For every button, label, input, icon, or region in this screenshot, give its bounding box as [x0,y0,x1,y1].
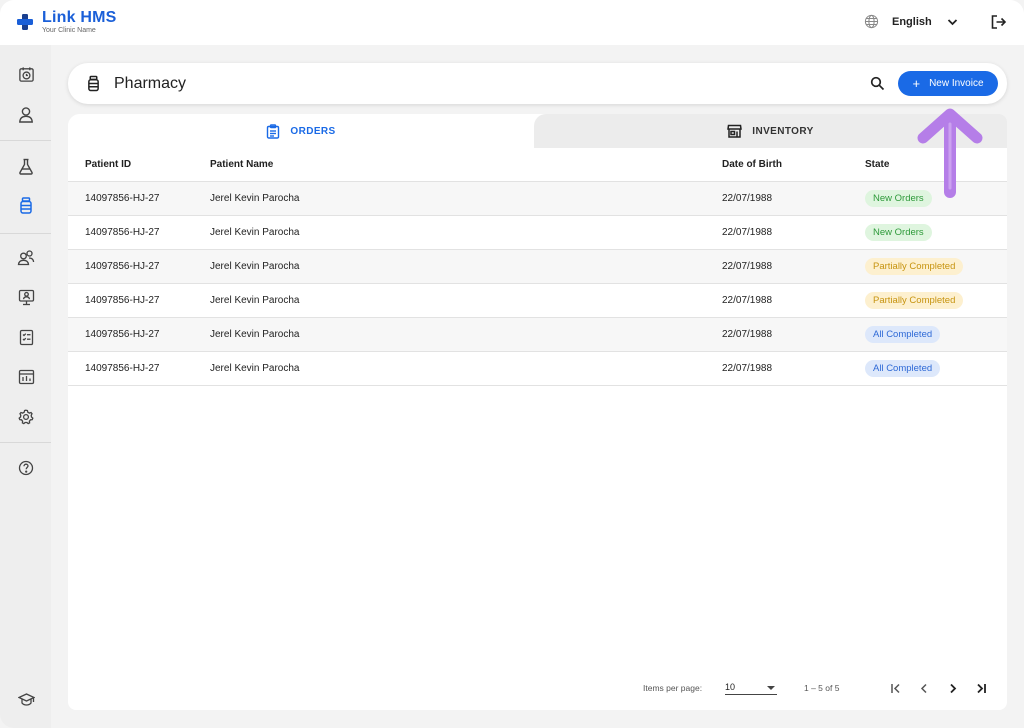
patient-id: 14097856-HJ-27 [85,193,160,204]
patient-id: 14097856-HJ-27 [85,295,160,306]
sidebar-item-help[interactable] [17,459,35,477]
gear-icon [18,409,34,425]
status-badge: All Completed [865,360,941,377]
date-of-birth: 22/07/1988 [722,295,773,306]
date-of-birth: 22/07/1988 [722,193,773,204]
status-badge: Partially Completed [865,258,964,275]
patient-name: Jerel Kevin Parocha [210,227,300,238]
column-header-patient-id[interactable]: Patient ID [85,148,131,181]
table-row[interactable]: 14097856-HJ-27 Jerel Kevin Parocha 22/07… [68,250,1007,284]
annotation-arrow-icon [917,108,983,198]
page-range: 1 – 5 of 5 [804,683,840,693]
orders-panel: ORDERS INVENTORY Patient ID Patient Name… [68,114,1007,710]
app-logo[interactable]: Link HMS Your Clinic Name [16,10,117,34]
sidebar-item-dashboard[interactable] [17,368,35,386]
table-row[interactable]: 14097856-HJ-27 Jerel Kevin Parocha 22/07… [68,352,1007,386]
sidebar-item-appointments[interactable] [17,65,35,83]
brand-name: Link HMS [42,9,117,26]
pill-bottle-icon [20,196,32,214]
page-title: Pharmacy [114,75,187,92]
sidebar-item-patients[interactable] [17,105,35,123]
chevron-right-icon [950,683,957,693]
user-icon [19,106,33,123]
sidebar-item-reports[interactable] [17,328,35,346]
top-bar: Link HMS Your Clinic Name English [0,0,1024,45]
calendar-clock-icon [18,66,34,82]
logout-button[interactable] [990,14,1007,35]
table-row[interactable]: 14097856-HJ-27 Jerel Kevin Parocha 22/07… [68,318,1007,352]
sidebar-item-settings[interactable] [17,408,35,426]
app-frame: Link HMS Your Clinic Name English Pharma… [0,0,1024,728]
tab-inventory-label: INVENTORY [752,125,814,137]
tab-orders[interactable]: ORDERS [68,114,534,148]
clipboard-list-icon [267,123,280,139]
patient-name: Jerel Kevin Parocha [210,363,300,374]
first-page-icon [891,683,900,693]
last-page-icon [977,683,986,693]
items-per-page-label: Items per page: [643,683,703,693]
date-of-birth: 22/07/1988 [722,363,773,374]
patient-name: Jerel Kevin Parocha [210,295,300,306]
language-label: English [892,15,932,28]
new-invoice-button[interactable]: + New Invoice [898,71,998,96]
clinic-name: Your Clinic Name [42,27,96,34]
patient-id: 14097856-HJ-27 [85,227,160,238]
patient-id: 14097856-HJ-27 [85,363,160,374]
globe-icon [864,14,879,29]
language-selector[interactable]: English [864,14,958,29]
graduation-cap-icon [17,692,35,706]
sidebar-item-staff[interactable] [17,248,35,266]
first-page-button[interactable] [888,680,904,696]
table-header: Patient ID Patient Name Date of Birth St… [68,148,1007,182]
flask-icon [19,158,33,175]
medical-cross-icon [17,14,33,30]
date-of-birth: 22/07/1988 [722,227,773,238]
pagination: Items per page: 10 1 – 5 of 5 [68,676,1007,700]
items-per-page-value: 10 [725,682,736,692]
column-header-dob[interactable]: Date of Birth [722,148,782,181]
sidebar-item-pharmacy[interactable] [17,196,35,214]
help-icon [18,460,34,476]
search-icon [870,76,885,91]
previous-page-button[interactable] [916,680,932,696]
store-icon [727,124,743,138]
report-icon [19,329,33,345]
column-header-state[interactable]: State [865,148,889,181]
column-header-patient-name[interactable]: Patient Name [210,148,273,181]
table-row[interactable]: 14097856-HJ-27 Jerel Kevin Parocha 22/07… [68,284,1007,318]
new-invoice-label: New Invoice [929,78,984,89]
patient-name: Jerel Kevin Parocha [210,329,300,340]
logout-icon [991,15,1007,29]
status-badge: Partially Completed [865,292,964,309]
items-per-page-select[interactable]: 10 [725,679,777,695]
plus-icon: + [912,76,921,91]
search-button[interactable] [870,76,885,96]
monitor-user-icon [18,289,34,305]
table-row[interactable]: 14097856-HJ-27 Jerel Kevin Parocha 22/07… [68,216,1007,250]
pill-bottle-icon [87,75,100,97]
date-of-birth: 22/07/1988 [722,329,773,340]
table-row[interactable]: 14097856-HJ-27 Jerel Kevin Parocha 22/07… [68,182,1007,216]
chevron-down-icon [947,18,957,25]
sidebar-item-training[interactable] [17,690,35,708]
patient-id: 14097856-HJ-27 [85,329,160,340]
patient-name: Jerel Kevin Parocha [210,193,300,204]
tab-orders-label: ORDERS [290,125,336,137]
dropdown-triangle-icon [767,686,775,690]
sidebar [0,45,51,728]
chevron-left-icon [920,683,927,693]
next-page-button[interactable] [945,680,961,696]
sidebar-item-laboratory[interactable] [17,157,35,175]
status-badge: New Orders [865,224,932,241]
tab-bar: ORDERS INVENTORY [68,114,1007,148]
users-icon [17,249,35,265]
date-of-birth: 22/07/1988 [722,261,773,272]
patient-id: 14097856-HJ-27 [85,261,160,272]
dashboard-chart-icon [18,369,34,385]
patient-name: Jerel Kevin Parocha [210,261,300,272]
sidebar-item-consultation[interactable] [17,288,35,306]
page-header: Pharmacy + New Invoice [68,63,1007,104]
last-page-button[interactable] [973,680,989,696]
status-badge: All Completed [865,326,941,343]
